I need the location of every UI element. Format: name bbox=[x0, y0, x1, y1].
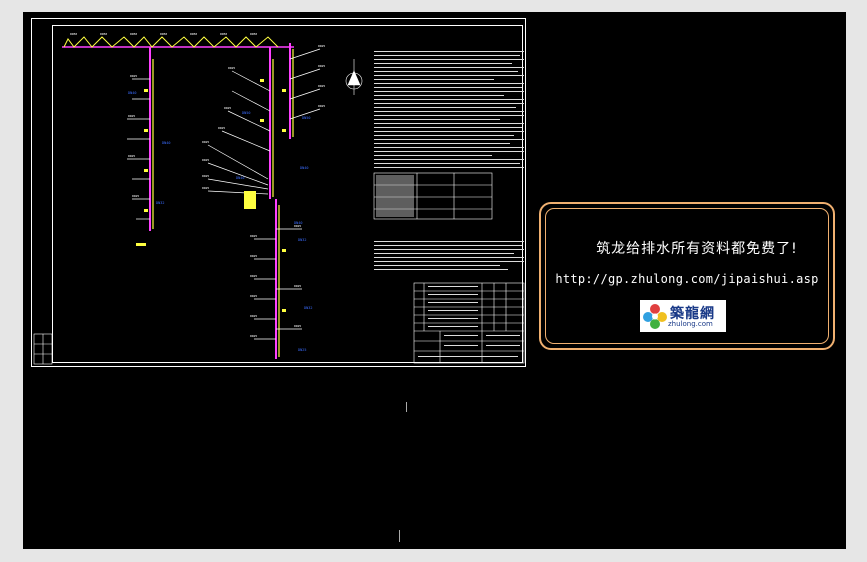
svg-text:DN25: DN25 bbox=[202, 158, 209, 162]
svg-text:DN50: DN50 bbox=[70, 32, 77, 36]
ad-title: 筑龙给排水所有资料都免费了! bbox=[596, 241, 798, 257]
svg-text:DN25: DN25 bbox=[250, 254, 257, 258]
svg-text:DN25: DN25 bbox=[318, 64, 325, 68]
svg-text:DN25: DN25 bbox=[128, 114, 135, 118]
svg-text:DN40: DN40 bbox=[128, 91, 136, 95]
svg-text:DN50: DN50 bbox=[160, 32, 167, 36]
svg-text:DN25: DN25 bbox=[250, 274, 257, 278]
svg-text:DN50: DN50 bbox=[302, 116, 310, 120]
svg-text:DN25: DN25 bbox=[294, 284, 301, 288]
drawing-sheet-frame: DN50 DN50 DN50 DN50 DN50 DN50 DN50 DN40 … bbox=[31, 18, 526, 367]
svg-text:DN25: DN25 bbox=[298, 348, 306, 352]
svg-text:DN25: DN25 bbox=[128, 154, 135, 158]
svg-text:DN25: DN25 bbox=[224, 106, 231, 110]
svg-text:DN25: DN25 bbox=[132, 194, 139, 198]
crosshair-mark bbox=[406, 402, 407, 412]
ad-url-link[interactable]: http://gp.zhulong.com/jipaishui.asp bbox=[541, 272, 833, 286]
svg-text:DN40: DN40 bbox=[236, 176, 244, 180]
svg-text:DN25: DN25 bbox=[202, 186, 209, 190]
svg-text:DN25: DN25 bbox=[250, 334, 257, 338]
svg-text:DN25: DN25 bbox=[250, 314, 257, 318]
svg-text:DN25: DN25 bbox=[294, 324, 301, 328]
svg-text:DN25: DN25 bbox=[130, 74, 137, 78]
svg-text:DN25: DN25 bbox=[318, 44, 325, 48]
svg-text:DN25: DN25 bbox=[202, 174, 209, 178]
pipe-system-drawing: DN50 DN50 DN50 DN50 DN50 DN50 DN50 DN40D… bbox=[33, 32, 525, 365]
svg-text:DN25: DN25 bbox=[250, 234, 257, 238]
svg-text:DN50: DN50 bbox=[100, 32, 107, 36]
svg-text:DN32: DN32 bbox=[298, 238, 306, 242]
svg-text:DN50: DN50 bbox=[250, 32, 257, 36]
svg-text:DN25: DN25 bbox=[294, 224, 301, 228]
svg-text:DN40: DN40 bbox=[300, 166, 308, 170]
svg-text:DN50: DN50 bbox=[242, 111, 250, 115]
svg-text:DN25: DN25 bbox=[318, 84, 325, 88]
svg-text:DN25: DN25 bbox=[250, 294, 257, 298]
svg-text:DN25: DN25 bbox=[218, 126, 225, 130]
svg-text:DN25: DN25 bbox=[318, 104, 325, 108]
svg-text:DN32: DN32 bbox=[304, 306, 312, 310]
svg-text:DN32: DN32 bbox=[156, 201, 164, 205]
svg-text:DN50: DN50 bbox=[220, 32, 227, 36]
svg-text:DN40: DN40 bbox=[162, 141, 170, 145]
svg-text:DN50: DN50 bbox=[130, 32, 137, 36]
cad-viewport[interactable]: DN50 DN50 DN50 DN50 DN50 DN50 DN50 DN40 … bbox=[23, 12, 846, 549]
logo-domain: zhulong.com bbox=[668, 320, 713, 328]
crosshair-mark bbox=[399, 530, 400, 542]
svg-text:DN25: DN25 bbox=[228, 66, 235, 70]
svg-text:DN25: DN25 bbox=[202, 140, 209, 144]
ad-panel: 筑龙给排水所有资料都免费了! http://gp.zhulong.com/jip… bbox=[539, 202, 835, 350]
svg-text:DN50: DN50 bbox=[190, 32, 197, 36]
zhulong-logo[interactable]: 築龍網 zhulong.com bbox=[640, 300, 726, 332]
pinwheel-logo-icon bbox=[643, 304, 667, 329]
